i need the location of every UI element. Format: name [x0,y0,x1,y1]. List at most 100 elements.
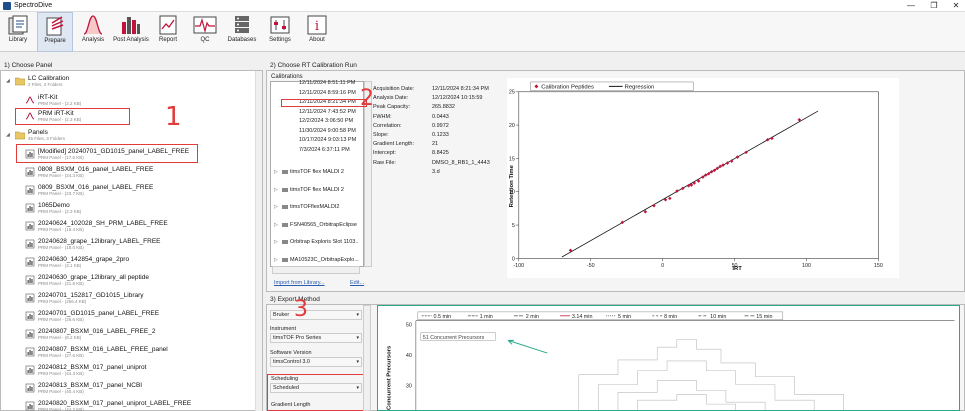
panel-tree: ◢ LC Calibration 2 Files, 2 Folders iRT-… [0,70,263,411]
toolbar-report[interactable]: Report [154,12,182,52]
annotation-number-3: 3 [294,297,308,322]
expand-triangle[interactable]: ▷ [274,239,278,245]
expand-triangle[interactable]: ▷ [274,257,278,263]
calibration-run-item[interactable]: 7/3/2024 6:37:11 PM [271,146,359,155]
tree-item-panel[interactable]: 20240701_152817_GD1015_Library PRM Panel … [1,292,256,305]
calibration-instrument-group[interactable]: ▷ timsTOF flex MALDI 2 [271,168,359,177]
folder-icon [14,130,26,140]
y-tick-label: 15 [509,156,515,162]
conc-y-tick-label: 50 [406,323,412,329]
instrument-dropdown[interactable]: timsTOF Pro Series ▾ [270,333,362,343]
tree-item-panel[interactable]: 20240807_BSXM_016_LABEL_FREE_panel PRM Pa… [1,346,256,359]
toolbar-about[interactable]: i About [303,12,331,52]
tree-item-panel[interactable]: 20240628_grape_12library_LABEL_FREE PRM P… [1,238,256,251]
panel-file-icon [25,167,35,177]
tree-item-panel[interactable]: 20240630_142854_grape_2pro PRM Panel - (3… [1,256,256,269]
tree-item-panel[interactable]: 20240807_BSXM_016_LABEL_FREE_2 PRM Panel … [1,328,256,341]
tree-item-panel[interactable]: 20240630_grape_12library_all peptide PRM … [1,274,256,287]
tree-item-panel[interactable]: 20240624_102028_SH_PRM_LABEL_FREE PRM Pan… [1,220,256,233]
calibration-info-row: Intercept: 8.8425 [373,150,449,157]
toolbar-qc[interactable]: QC [190,12,220,52]
calibrations-hscrollbar[interactable] [272,266,360,274]
calibration-instrument-group[interactable]: ▷ FSN40565_OrbitrapEclipse [271,221,359,230]
toolbar-settings[interactable]: Settings [265,12,295,52]
tree-item-irt-kit[interactable]: iRT-Kit PRM Panel - (2.2 KB) [1,94,256,107]
panel-file-icon [25,329,35,339]
expand-triangle[interactable]: ▷ [274,187,278,193]
calibration-info-row: Gradient Length: 21 [373,141,439,148]
qc-icon [193,16,217,34]
toolbar-label: Report [158,37,177,43]
panel-file-icon [25,311,35,321]
expand-triangle[interactable]: ▷ [274,222,278,228]
panel-file-icon [25,203,35,213]
conc-y-tick-label: 30 [406,383,412,389]
tree-item-panel[interactable]: [Modified] 20240701_GD1015_panel_LABEL_F… [1,148,256,161]
software-version-dropdown[interactable]: timsControl 3.0 ▾ [270,357,362,367]
calibration-run-item[interactable]: 11/30/2024 9:00:58 PM [271,127,359,136]
tree-item-panel[interactable]: 20240820_BSXM_017_panel_uniprot_LABEL_FR… [1,400,256,411]
instrument-folder-icon [282,187,288,193]
toolbar-label: Analysis [81,37,105,43]
tree-item-panel[interactable]: 20240813_BSXM_017_panel_NCBI PRM Panel - … [1,382,256,395]
calibration-run-item[interactable]: 10/17/2024 9:03:13 PM [271,136,359,145]
x-tick-label: -50 [587,263,595,269]
close-button[interactable]: ✕ [948,0,964,12]
post-analysis-icon [122,17,140,34]
calibration-run-item[interactable]: 12/2/2024 3:06:50 PM [271,117,359,126]
toolbar-post-analysis[interactable]: Post Analysis [112,12,150,52]
calibration-instrument-group[interactable]: ▷ MA10523C_OrbitrapExplo... [271,256,359,265]
panel-file-icon [25,239,35,249]
calibration-instrument-group[interactable]: ▷ timsTOFflexMALDI2 [271,203,359,212]
panel-tree-scrollbar[interactable] [255,71,262,411]
annotation-number-2: 2 [360,86,374,111]
library-icon [8,15,28,35]
tree-item-panel[interactable]: 0809_BSXM_016_panel_LABEL_FREE PRM Panel … [1,184,256,197]
toolbar-analysis[interactable]: Analysis [77,12,109,52]
instrument-folder-icon [282,239,288,245]
calibration-info-row: FWHM: 0.0443 [373,113,449,120]
tree-item-panel[interactable]: 20240701_GD1015_panel_LABEL_FREE PRM Pane… [1,310,256,323]
expand-triangle[interactable]: ▷ [274,169,278,175]
tree-item-panel[interactable]: 1065Demo PRM Panel - (2.3 KB) [1,202,256,215]
expand-triangle[interactable]: ◢ [6,132,10,138]
calibration-run-item[interactable]: 12/11/2024 8:59:16 PM [271,89,359,98]
toolbar-library[interactable]: Library [2,12,34,52]
calibration-run-item[interactable]: 12/11/2024 8:51:11 PM [271,79,359,88]
chevron-down-icon: ▾ [356,359,359,365]
vendor-dropdown[interactable]: Bruker ▾ [270,310,362,320]
toolbar-label: Prepare [44,38,66,44]
restore-button[interactable]: ❐ [926,0,942,12]
toolbar-databases[interactable]: Databases [225,12,259,52]
tree-item-panel[interactable]: 0808_BSXM_016_panel_LABEL_FREE PRM Panel … [1,166,256,179]
tree-item-panel[interactable]: 20240812_BSXM_017_panel_uniprot PRM Panel… [1,364,256,377]
y-tick-label: 0 [512,256,515,262]
x-axis-label: iRT [732,266,742,272]
toolbar-prepare[interactable]: Prepare [37,12,73,52]
chevron-down-icon: ▾ [356,335,359,341]
calibration-instrument-group[interactable]: ▷ Orbitrap Exploris Slot 1103... [271,238,359,247]
concurrent-legend-label: 15 min [756,314,772,320]
calibration-instrument-group[interactable]: ▷ timsTOF flex MALDI 2 [271,186,359,195]
report-icon [159,15,177,35]
tree-group-panels[interactable]: ◢ Panels 45 Files, 3 Folders [1,129,256,142]
settings-icon [270,16,290,34]
annotation-arrow [507,339,548,354]
export-scrollbar[interactable] [363,305,371,411]
import-from-library-link[interactable]: Import from Library... [274,280,325,286]
calibration-run-item[interactable]: 12/11/2024 7:43:52 PM [271,108,359,117]
edit-link[interactable]: Edit... [350,280,364,286]
concurrent-legend-label: 8 min [664,314,677,320]
tree-group-lc-calibration[interactable]: ◢ LC Calibration 2 Files, 2 Folders [1,75,256,88]
conc-y-axis-label: Concurrent Precursors [386,345,392,410]
legend-label-regression: Regression [625,84,655,90]
chart-legend: Calibration Peptides Regression [530,81,694,92]
expand-triangle[interactable]: ◢ [6,78,10,84]
expand-triangle[interactable]: ▷ [274,204,278,210]
calibration-info-row: Analysis Date: 12/12/2024 10:15:59 [373,95,483,102]
minimize-button[interactable]: — [903,0,919,12]
analysis-icon [83,15,103,35]
concurrent-legend-label: 10 min [710,314,726,320]
svg-text:i: i [315,19,319,34]
app-icon [3,2,11,10]
